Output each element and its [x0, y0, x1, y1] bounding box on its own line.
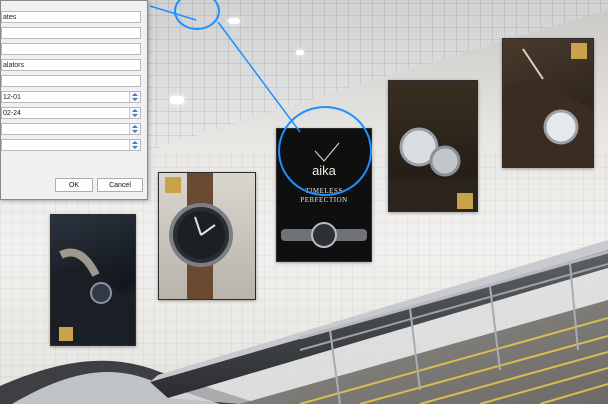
cancel-button[interactable]: Cancel [97, 178, 143, 192]
number-field-1-spinner[interactable] [129, 124, 140, 134]
spin-up-icon[interactable] [132, 93, 138, 96]
text-field-1[interactable]: ates [1, 11, 141, 23]
spin-down-icon[interactable] [132, 98, 138, 101]
spin-down-icon[interactable] [132, 146, 138, 149]
text-field-4[interactable]: alators [1, 59, 141, 71]
end-date-value: 02-24 [3, 110, 21, 117]
text-field-3[interactable] [1, 43, 141, 55]
text-field-2[interactable] [1, 27, 141, 39]
spin-down-icon[interactable] [132, 114, 138, 117]
start-date-spinner[interactable] [129, 92, 140, 102]
number-field-2-spinner[interactable] [129, 140, 140, 150]
number-field-1[interactable] [1, 123, 141, 135]
properties-dialog: ates alators 12-01 02-24 OK Cancel [0, 0, 148, 200]
text-field-5[interactable] [1, 75, 141, 87]
spin-up-icon[interactable] [132, 109, 138, 112]
spin-up-icon[interactable] [132, 125, 138, 128]
start-date-value: 12-01 [3, 94, 21, 101]
ok-button[interactable]: OK [55, 178, 93, 192]
end-date-spinner[interactable] [129, 108, 140, 118]
number-field-2[interactable] [1, 139, 141, 151]
spin-up-icon[interactable] [132, 141, 138, 144]
spin-down-icon[interactable] [132, 130, 138, 133]
highlight-ring [278, 106, 372, 196]
end-date-field[interactable]: 02-24 [1, 107, 141, 119]
start-date-field[interactable]: 12-01 [1, 91, 141, 103]
